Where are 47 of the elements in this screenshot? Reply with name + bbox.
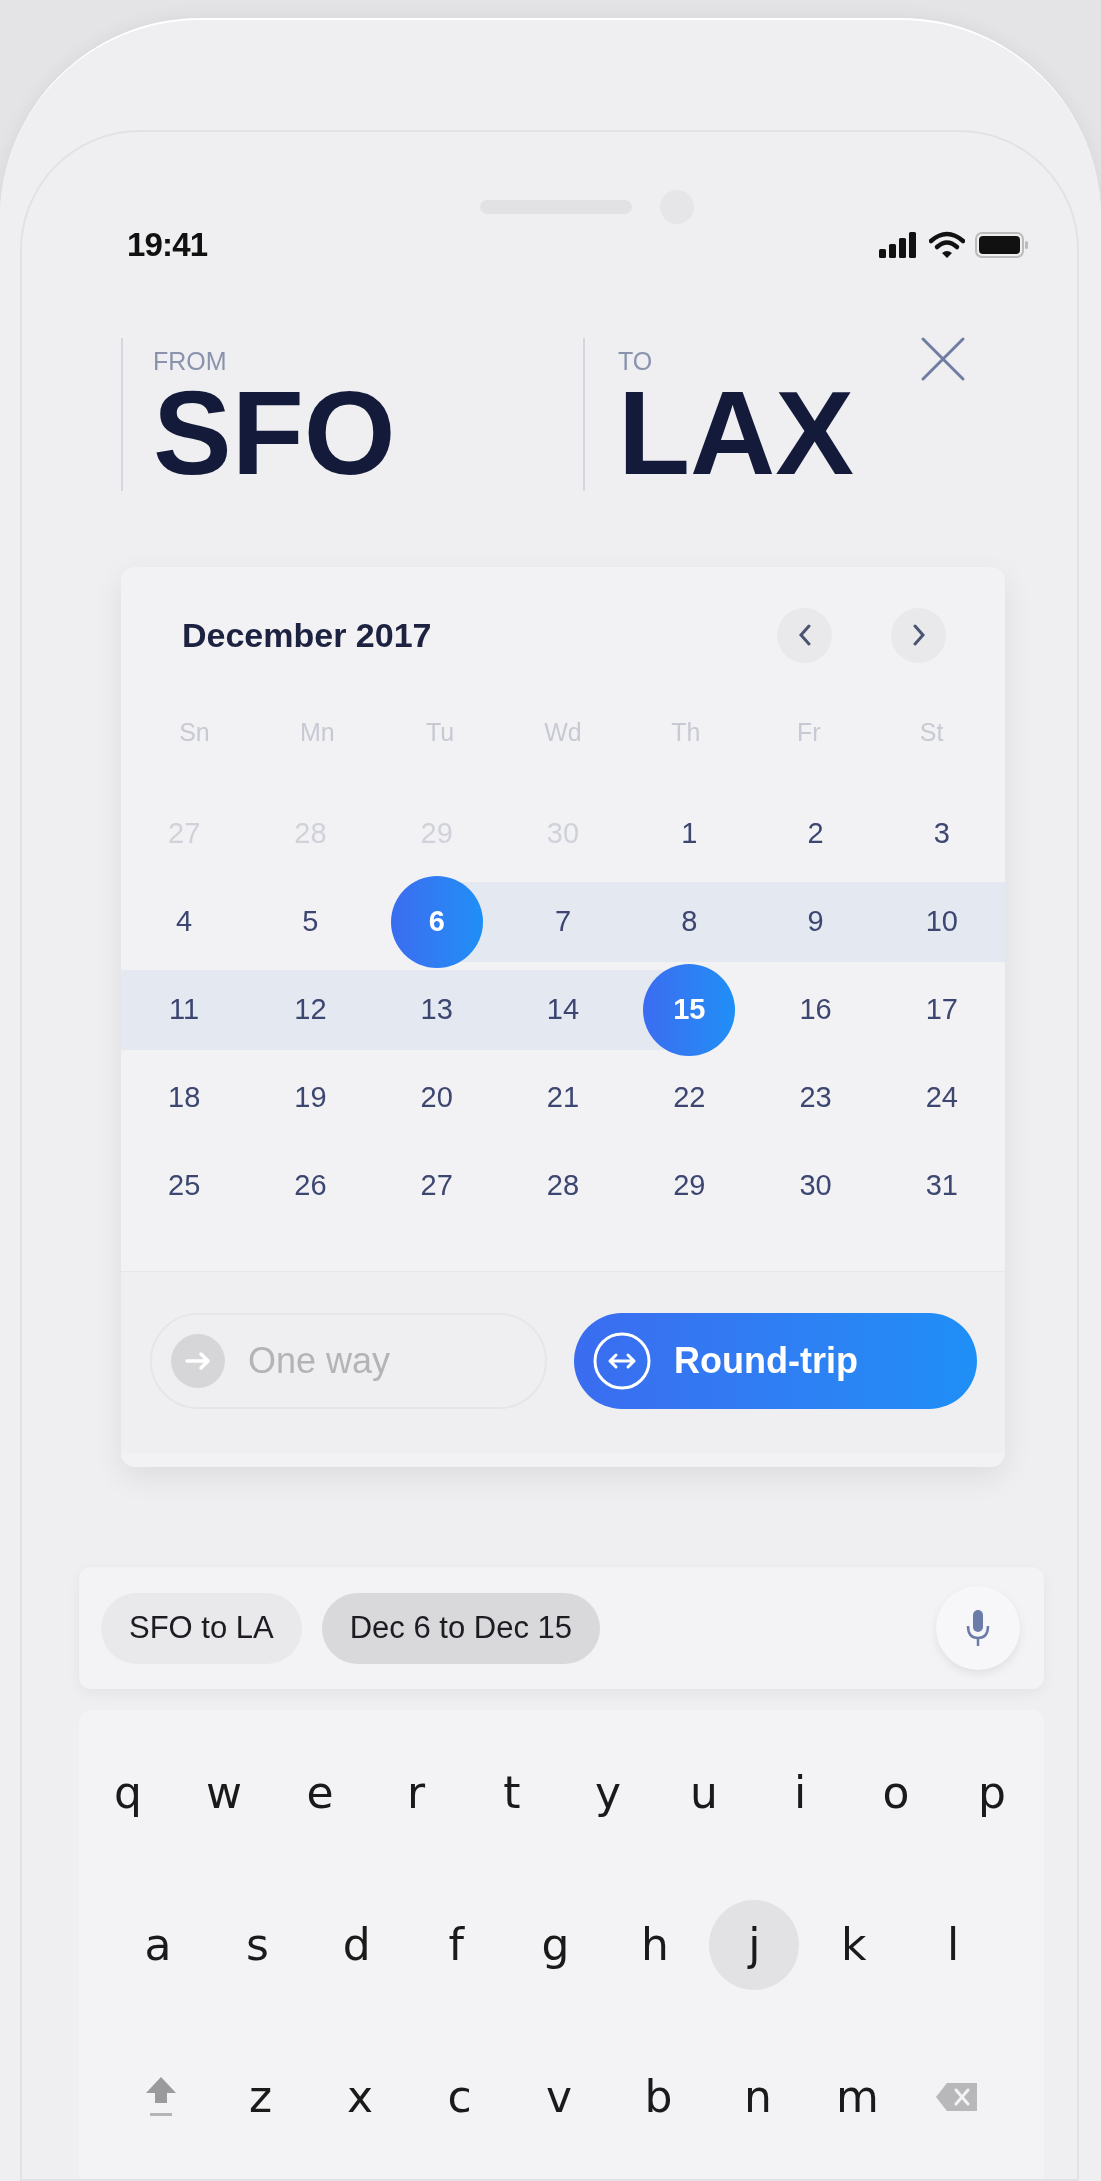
keyboard-key[interactable]: f — [411, 1900, 502, 1990]
keyboard-key[interactable]: z — [215, 2052, 306, 2142]
wifi-icon — [929, 231, 965, 259]
to-label: TO — [618, 346, 654, 377]
keyboard-key[interactable]: e — [275, 1748, 365, 1838]
keyboard-key[interactable]: t — [467, 1748, 557, 1838]
keyboard-key[interactable]: v — [514, 2052, 604, 2142]
chevron-left-icon — [797, 624, 812, 646]
keyboard-key[interactable]: s — [212, 1900, 303, 1990]
keyboard-key[interactable]: l — [908, 1900, 998, 1990]
shift-icon — [144, 2075, 178, 2119]
keyboard-key[interactable]: h — [609, 1900, 700, 1990]
keyboard-key[interactable]: c — [414, 2052, 505, 2142]
backspace-icon — [935, 2082, 979, 2112]
keyboard-key[interactable]: q — [83, 1748, 173, 1838]
suggestion-chip[interactable]: Dec 6 to Dec 15 — [321, 1592, 601, 1664]
month-title: December 2017 — [182, 614, 432, 656]
keyboard-key[interactable]: j — [709, 1900, 800, 1990]
keyboard-key[interactable]: n — [713, 2052, 803, 2142]
keyboard-key[interactable]: u — [659, 1748, 749, 1838]
close-icon[interactable] — [920, 336, 966, 382]
trip-type-button[interactable]: Round-trip — [574, 1313, 977, 1409]
chevron-right-icon — [911, 624, 926, 646]
calendar-day[interactable]: 15 — [643, 964, 736, 1056]
origin-code: SFO — [153, 378, 397, 488]
status-time: 19:41 — [127, 225, 208, 266]
keyboard-key[interactable]: p — [947, 1748, 1037, 1838]
keyboard-key[interactable]: a — [113, 1900, 203, 1990]
keyboard-key[interactable]: b — [613, 2052, 704, 2142]
keyboard-key[interactable]: o — [851, 1748, 941, 1838]
keyboard-key[interactable]: d — [311, 1900, 402, 1990]
keyboard-key[interactable]: w — [179, 1748, 269, 1838]
keyboard-key[interactable]: g — [510, 1900, 601, 1990]
microphone-icon — [966, 1609, 990, 1647]
keyboard-key[interactable]: y — [563, 1748, 653, 1838]
calendar-day[interactable]: 6 — [390, 876, 483, 968]
arrow-circle-icon — [170, 1333, 226, 1389]
keyboard-key[interactable]: k — [808, 1900, 899, 1990]
suggestion-chip[interactable]: SFO to LA — [101, 1592, 302, 1664]
keyboard-key[interactable]: i — [755, 1748, 845, 1838]
keyboard-key[interactable]: m — [812, 2052, 903, 2142]
destination-code: LAX — [618, 378, 855, 488]
keyboard-key[interactable]: r — [371, 1748, 461, 1838]
battery-icon — [975, 232, 1029, 258]
keyboard-key[interactable]: x — [315, 2052, 405, 2142]
signal-icon — [879, 232, 919, 258]
from-label: FROM — [153, 346, 228, 377]
